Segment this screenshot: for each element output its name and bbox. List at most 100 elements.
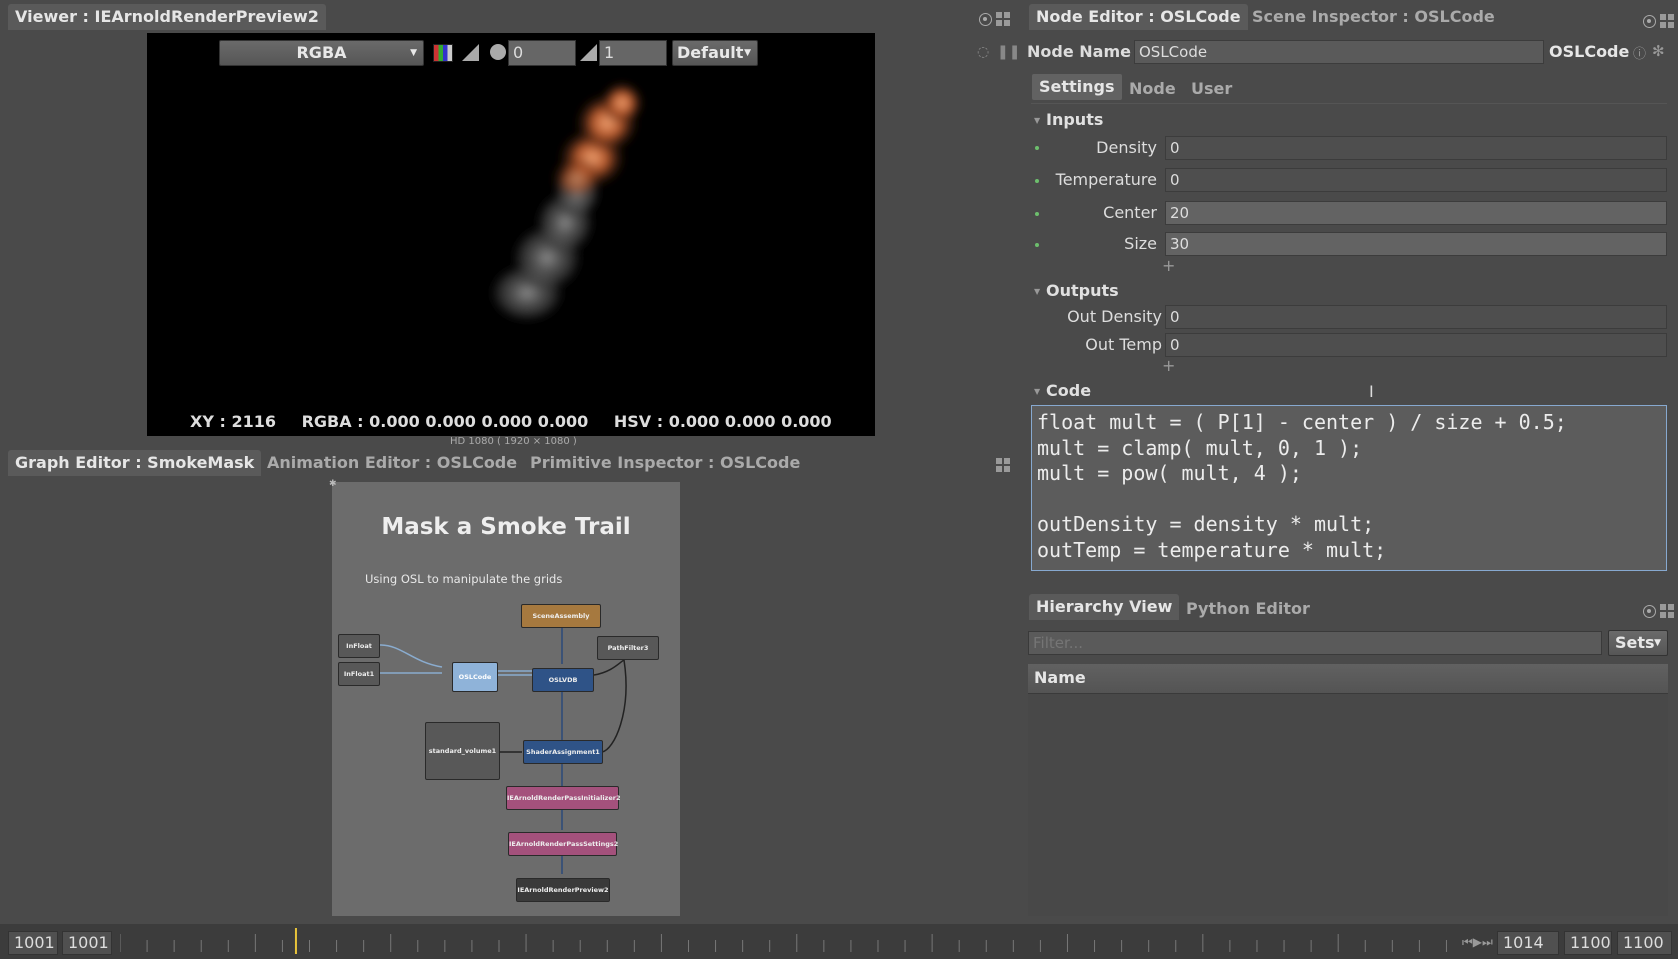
panel-options-icon[interactable] — [1643, 604, 1656, 618]
hierarchy-corner-icons — [1643, 604, 1674, 618]
node-render-preview[interactable]: IEArnoldRenderPreview2 — [516, 878, 610, 902]
inputs-section-title[interactable]: Inputs — [1046, 110, 1103, 129]
node-oslvdb[interactable]: OSLVDB — [532, 668, 594, 692]
layout-grid-icon[interactable] — [1660, 14, 1674, 28]
divider — [1031, 103, 1667, 104]
playback-end-field[interactable]: 1100 — [1564, 931, 1612, 955]
tab-settings[interactable]: Settings — [1032, 74, 1122, 100]
panel-options-icon[interactable] — [1643, 14, 1656, 28]
chevron-down-icon: ▼ — [410, 48, 417, 58]
node-name-label: Node Name — [1027, 42, 1131, 61]
node-label: IEArnoldRenderPreview2 — [517, 886, 609, 894]
tab-python-editor[interactable]: Python Editor — [1179, 596, 1317, 622]
tab-user[interactable]: User — [1184, 76, 1239, 102]
panel-options-icon[interactable] — [979, 12, 992, 26]
name-column-header[interactable]: Name — [1028, 664, 1668, 694]
tab-hierarchy-view[interactable]: Hierarchy View — [1029, 594, 1180, 620]
connected-dot-icon — [1035, 146, 1039, 150]
osl-code-editor[interactable]: float mult = ( P[1] - center ) / size + … — [1031, 405, 1667, 571]
start-frame-field[interactable]: 1001 — [8, 931, 58, 955]
node-label: IEArnoldRenderPassSettings2 — [509, 840, 619, 848]
status-rgba: RGBA : 0.000 0.000 0.000 0.000 — [301, 412, 589, 431]
tab-primitive-inspector[interactable]: Primitive Inspector : OSLCode — [523, 450, 807, 476]
playback-controls-icon[interactable]: ⏮▶⏭ — [1462, 935, 1493, 950]
add-output-plus-icon[interactable]: + — [1162, 356, 1175, 375]
status-xy: XY : 2116 — [190, 412, 276, 431]
size-field[interactable]: 30 — [1165, 232, 1667, 256]
collapse-triangle-icon[interactable]: ▼ — [1034, 116, 1040, 125]
center-label: Center — [1103, 203, 1157, 222]
node-label: InFloat1 — [343, 670, 375, 678]
timeline-ruler[interactable] — [120, 926, 1460, 956]
size-label: Size — [1124, 234, 1157, 253]
layout-grid-icon[interactable] — [996, 458, 1010, 472]
tab-scene-inspector[interactable]: Scene Inspector : OSLCode — [1245, 4, 1502, 30]
tab-node[interactable]: Node — [1122, 76, 1183, 102]
node-label: InFloat — [346, 642, 372, 650]
graph-corner-icons — [996, 458, 1010, 472]
node-osl-code[interactable]: OSLCode — [452, 662, 498, 692]
node-name-field[interactable]: OSLCode — [1134, 40, 1544, 64]
sets-label: Sets — [1615, 633, 1655, 652]
gamma-field[interactable]: 1 — [599, 40, 667, 66]
gamma-icon — [580, 44, 597, 61]
center-field[interactable]: 20 — [1165, 201, 1667, 225]
display-transform-label: Default — [677, 43, 744, 62]
node-shader-assignment[interactable]: ShaderAssignment1 — [523, 740, 603, 764]
collapse-triangle-icon[interactable]: ▼ — [1034, 387, 1040, 396]
node-path-filter[interactable]: PathFilter3 — [597, 636, 659, 660]
collapse-triangle-icon[interactable]: ▼ — [1034, 287, 1040, 296]
render-progress-icon: ◌ — [977, 44, 990, 60]
chevron-down-icon: ▼ — [744, 48, 751, 58]
node-label: SceneAssembly — [532, 612, 590, 620]
temperature-field[interactable]: 0 — [1165, 168, 1667, 192]
tab-graph-editor[interactable]: Graph Editor : SmokeMask — [8, 450, 262, 476]
filter-input[interactable] — [1028, 631, 1602, 655]
viewer-corner-icons — [979, 12, 1010, 26]
node-label: IEArnoldRenderPassInitializer2 — [507, 794, 621, 802]
info-icon[interactable]: ⓘ — [1633, 43, 1646, 62]
connected-dot-icon — [1035, 179, 1039, 183]
pause-icon[interactable]: ❚❚ — [997, 44, 1020, 60]
viewer-canvas[interactable] — [147, 33, 875, 436]
exposure-field[interactable]: 0 — [508, 40, 576, 66]
code-section-title[interactable]: Code — [1046, 381, 1091, 400]
node-standard-volume[interactable]: standard_volume1 — [425, 722, 500, 780]
gear-icon[interactable]: ✻ — [1652, 42, 1665, 60]
viewer-status-bar: XY : 2116 RGBA : 0.000 0.000 0.000 0.000… — [190, 412, 852, 431]
node-in-float1[interactable]: InFloat1 — [338, 662, 380, 686]
node-editor-corner-icons — [1643, 14, 1674, 28]
tab-animation-editor[interactable]: Animation Editor : OSLCode — [260, 450, 524, 476]
node-label: standard_volume1 — [428, 747, 497, 755]
tab-node-editor[interactable]: Node Editor : OSLCode — [1029, 4, 1248, 30]
add-input-plus-icon[interactable]: + — [1162, 256, 1175, 275]
display-transform-select[interactable]: Default ▼ — [672, 40, 758, 66]
viewer-title-tab[interactable]: Viewer : IEArnoldRenderPreview2 — [8, 4, 326, 30]
out-temp-field[interactable]: 0 — [1165, 333, 1667, 357]
node-scene-assembly[interactable]: SceneAssembly — [521, 604, 601, 628]
channel-select[interactable]: RGBA ▼ — [219, 40, 424, 66]
node-in-float[interactable]: InFloat — [338, 634, 380, 658]
out-density-field[interactable]: 0 — [1165, 305, 1667, 329]
out-density-label: Out Density — [1067, 307, 1162, 326]
playback-start-field[interactable]: 1001 — [62, 931, 112, 955]
graph-connections — [379, 628, 627, 874]
current-frame-field[interactable]: 1014 — [1497, 931, 1559, 955]
node-label: ShaderAssignment1 — [526, 748, 600, 756]
node-pass-settings[interactable]: IEArnoldRenderPassSettings2 — [508, 832, 619, 856]
node-type-label: OSLCode — [1549, 42, 1630, 61]
layout-grid-icon[interactable] — [996, 12, 1010, 26]
layout-grid-icon[interactable] — [1660, 604, 1674, 618]
sets-dropdown[interactable]: Sets ▼ — [1608, 630, 1668, 656]
clipping-icon[interactable] — [462, 44, 479, 61]
node-label: OSLVDB — [548, 676, 578, 684]
solo-channel-icon[interactable] — [433, 44, 453, 62]
outputs-section-title[interactable]: Outputs — [1046, 281, 1119, 300]
status-hsv: HSV : 0.000 0.000 0.000 — [613, 412, 832, 431]
temperature-label: Temperature — [1055, 170, 1157, 189]
node-label: PathFilter3 — [607, 644, 649, 652]
node-pass-initializer[interactable]: IEArnoldRenderPassInitializer2 — [506, 786, 621, 810]
hierarchy-tree[interactable] — [1028, 694, 1668, 916]
end-frame-field[interactable]: 1100 — [1617, 931, 1672, 955]
density-field[interactable]: 0 — [1165, 136, 1667, 160]
